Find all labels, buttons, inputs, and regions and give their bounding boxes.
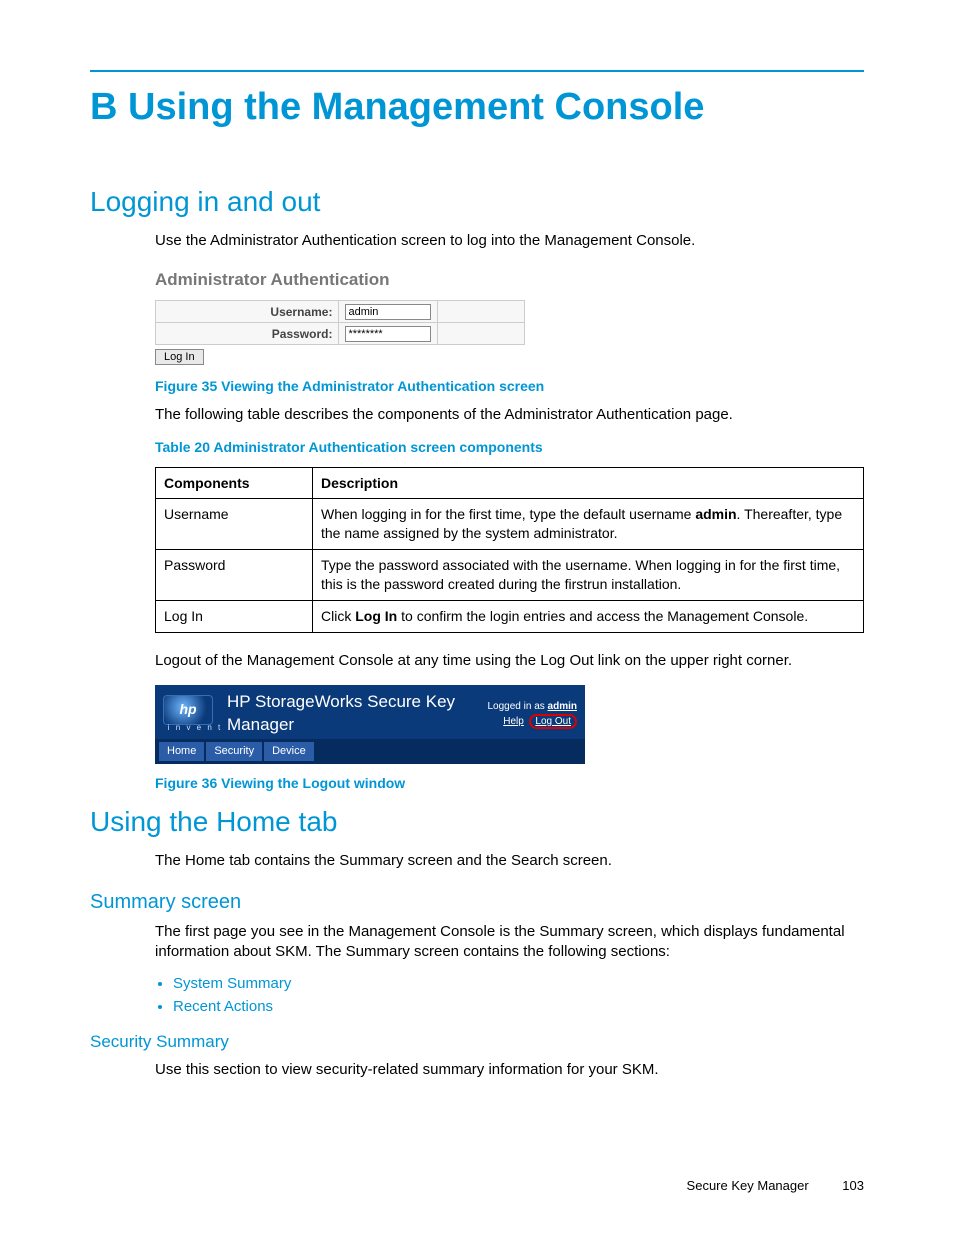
page-footer: Secure Key Manager 103 bbox=[90, 1177, 864, 1195]
bullet-recent-actions: Recent Actions bbox=[173, 998, 273, 1015]
footer-product: Secure Key Manager bbox=[687, 1178, 809, 1193]
tab-device[interactable]: Device bbox=[264, 742, 314, 761]
cell-component: Log In bbox=[156, 601, 313, 633]
footer-page-number: 103 bbox=[842, 1178, 864, 1193]
col-description: Description bbox=[313, 467, 864, 499]
table-row: Log In Click Log In to confirm the login… bbox=[156, 601, 864, 633]
cell-component: Username bbox=[156, 499, 313, 550]
table-row: Password Type the password associated wi… bbox=[156, 550, 864, 601]
auth-password-input[interactable] bbox=[345, 326, 431, 342]
cell-description: When logging in for the first time, type… bbox=[313, 499, 864, 550]
list-item: Recent Actions bbox=[173, 997, 864, 1017]
logout-link[interactable]: Log Out bbox=[535, 716, 571, 727]
bullet-system-summary: System Summary bbox=[173, 975, 291, 992]
auth-username-label: Username: bbox=[156, 301, 339, 323]
banner-product-title: HP StorageWorks Secure Key Manager bbox=[227, 691, 487, 737]
invent-tagline: i n v e n t bbox=[168, 723, 222, 734]
summary-screen-heading: Summary screen bbox=[90, 889, 864, 916]
col-components: Components bbox=[156, 467, 313, 499]
auth-login-button[interactable]: Log In bbox=[155, 349, 204, 365]
section-logging-heading: Logging in and out bbox=[90, 183, 864, 221]
cell-description: Click Log In to confirm the login entrie… bbox=[313, 601, 864, 633]
tab-security[interactable]: Security bbox=[206, 742, 262, 761]
cell-component: Password bbox=[156, 550, 313, 601]
summary-screen-para: The first page you see in the Management… bbox=[155, 922, 864, 963]
security-summary-heading: Security Summary bbox=[90, 1031, 864, 1054]
auth-screenshot: Administrator Authentication Username: P… bbox=[155, 269, 864, 366]
auth-username-input[interactable] bbox=[345, 304, 431, 320]
logged-in-text: Logged in as bbox=[487, 701, 547, 712]
table-row: Username When logging in for the first t… bbox=[156, 499, 864, 550]
help-link[interactable]: Help bbox=[503, 716, 524, 727]
tab-home[interactable]: Home bbox=[159, 742, 204, 761]
logging-intro: Use the Administrator Authentication scr… bbox=[155, 231, 864, 251]
home-intro: The Home tab contains the Summary screen… bbox=[155, 851, 864, 871]
table-20-caption: Table 20 Administrator Authentication sc… bbox=[155, 438, 864, 457]
logout-banner-screenshot: hp i n v e n t HP StorageWorks Secure Ke… bbox=[155, 685, 585, 764]
page-title: B Using the Management Console bbox=[90, 82, 864, 133]
auth-panel-title: Administrator Authentication bbox=[155, 269, 864, 292]
logged-in-user: admin bbox=[548, 701, 577, 712]
table-intro: The following table describes the compon… bbox=[155, 405, 864, 425]
section-home-heading: Using the Home tab bbox=[90, 803, 864, 841]
security-summary-para: Use this section to view security-relate… bbox=[155, 1060, 864, 1080]
components-table: Components Description Username When log… bbox=[155, 467, 864, 633]
cell-description: Type the password associated with the us… bbox=[313, 550, 864, 601]
hp-logo-icon: hp bbox=[163, 695, 213, 725]
figure-36-caption: Figure 36 Viewing the Logout window bbox=[155, 774, 864, 793]
list-item: System Summary bbox=[173, 974, 864, 994]
auth-password-label: Password: bbox=[156, 323, 339, 345]
logout-instruction: Logout of the Management Console at any … bbox=[155, 651, 864, 671]
figure-35-caption: Figure 35 Viewing the Administrator Auth… bbox=[155, 377, 864, 396]
